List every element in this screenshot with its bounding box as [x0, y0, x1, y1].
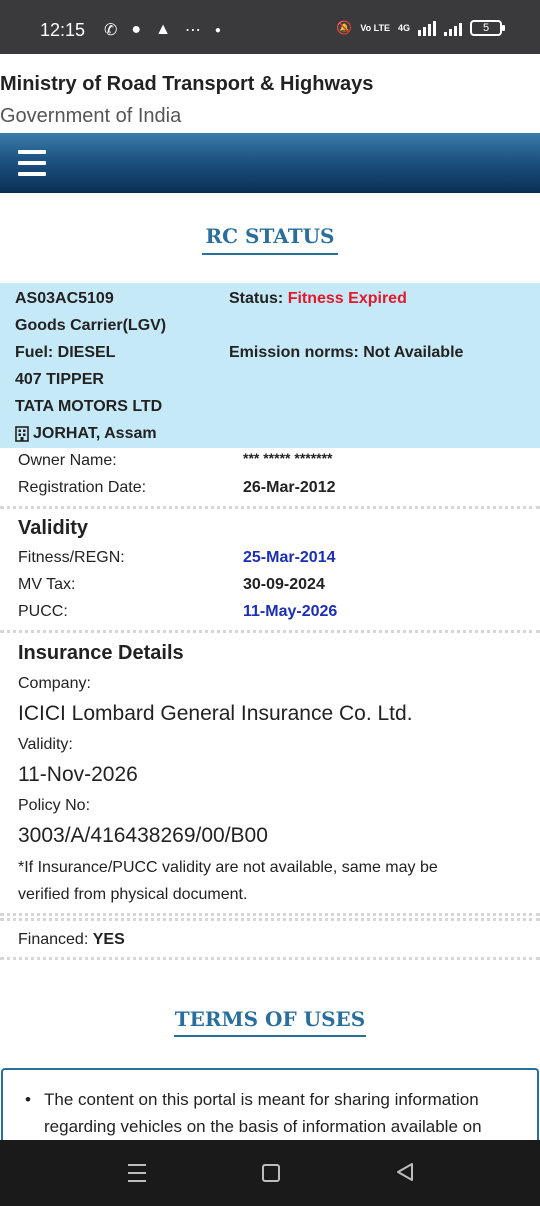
insurance-title: Insurance Details	[18, 642, 184, 664]
status-time: 12:15	[40, 20, 86, 40]
terms-heading: TERMS OF USES	[174, 1007, 366, 1031]
top-navbar	[0, 133, 540, 193]
policy-number-label: Policy No:	[18, 797, 91, 814]
more-notifications-icon: ⋯	[184, 22, 201, 39]
drop-icon: ▲	[155, 21, 171, 38]
phone-icon: ✆	[104, 22, 118, 39]
pucc-label: PUCC:	[18, 603, 68, 620]
divider	[0, 913, 540, 916]
divider	[0, 630, 540, 633]
rc-status-heading: RC STATUS	[205, 224, 335, 248]
home-icon[interactable]	[262, 1164, 280, 1182]
hamburger-menu-icon[interactable]	[18, 150, 46, 176]
fitness-value: 25-Mar-2014	[243, 549, 336, 566]
insurance-company-value: ICICI Lombard General Insurance Co. Ltd.	[18, 702, 413, 725]
terms-box: • The content on this portal is meant fo…	[1, 1068, 539, 1148]
vehicle-maker: TATA MOTORS LTD	[15, 398, 163, 415]
registration-date-value: 26-Mar-2012	[243, 479, 336, 496]
emission-norms: Emission norms: Not Available	[229, 344, 464, 361]
insurance-note-line-1: *If Insurance/PUCC validity are not avai…	[18, 859, 438, 876]
status-bar: 12:15 ✆ ● ▲ ⋯ ● 🔕 Vo LTE 4G 5	[0, 0, 540, 54]
rto-text: JORHAT, Assam	[33, 425, 157, 442]
insurance-company-label: Company:	[18, 675, 91, 692]
chat-icon: ●	[131, 21, 142, 38]
mute-icon: 🔕	[336, 20, 353, 35]
fitness-label: Fitness/REGN:	[18, 549, 125, 566]
government-subtitle: Government of India	[0, 105, 182, 127]
mv-tax-value: 30-09-2024	[243, 576, 325, 593]
network-type: 4G	[397, 23, 410, 33]
terms-underline	[174, 1035, 366, 1037]
vehicle-class: Goods Carrier(LGV)	[15, 317, 167, 334]
battery-icon: 5	[470, 20, 505, 36]
status-label: Status:	[229, 290, 284, 307]
rc-status-underline	[202, 253, 338, 255]
recent-apps-icon[interactable]	[128, 1164, 146, 1182]
financed-label: Financed:	[18, 931, 89, 948]
rto-location: JORHAT, Assam	[15, 425, 157, 443]
vehicle-model: 407 TIPPER	[15, 371, 104, 388]
fuel-type: Fuel: DIESEL	[15, 344, 116, 361]
insurance-validity-label: Validity:	[18, 736, 73, 753]
bullet-icon: •	[25, 1090, 31, 1109]
owner-name-value: *** ***** *******	[243, 450, 333, 466]
insurance-validity-value: 11-Nov-2026	[18, 763, 138, 786]
registration-date-label: Registration Date:	[18, 479, 147, 496]
building-icon	[15, 426, 29, 442]
status-field: Status: Fitness Expired	[229, 290, 407, 308]
pucc-value: 11-May-2026	[243, 603, 338, 620]
back-icon[interactable]	[395, 1162, 415, 1182]
registration-number: AS03AC5109	[15, 290, 114, 307]
validity-title: Validity	[18, 517, 89, 539]
mv-tax-label: MV Tax:	[18, 576, 76, 593]
volte-icon: Vo LTE	[360, 23, 390, 33]
divider	[0, 506, 540, 509]
owner-name-label: Owner Name:	[18, 452, 117, 469]
system-navigation-bar	[0, 1140, 540, 1206]
status-value: Fitness Expired	[287, 290, 407, 307]
signal-2-icon	[444, 20, 462, 36]
divider	[0, 918, 540, 921]
terms-item: • The content on this portal is meant fo…	[25, 1086, 525, 1140]
financed-value: YES	[92, 931, 125, 948]
policy-number-value: 3003/A/416438269/00/B00	[18, 824, 268, 847]
notification-icons: ✆ ● ▲ ⋯ ●	[104, 20, 221, 40]
signal-icon	[418, 20, 436, 36]
insurance-note-line-2: verified from physical document.	[18, 886, 248, 903]
divider	[0, 957, 540, 960]
dot-icon: ●	[214, 24, 221, 36]
terms-item-line-1: The content on this portal is meant for …	[44, 1090, 479, 1109]
terms-item-line-2: regarding vehicles on the basis of infor…	[44, 1117, 482, 1136]
ministry-title: Ministry of Road Transport & Highways	[0, 73, 374, 95]
financed-field: Financed: YES	[18, 931, 125, 949]
system-icons: 🔕 Vo LTE 4G 5	[336, 20, 505, 36]
